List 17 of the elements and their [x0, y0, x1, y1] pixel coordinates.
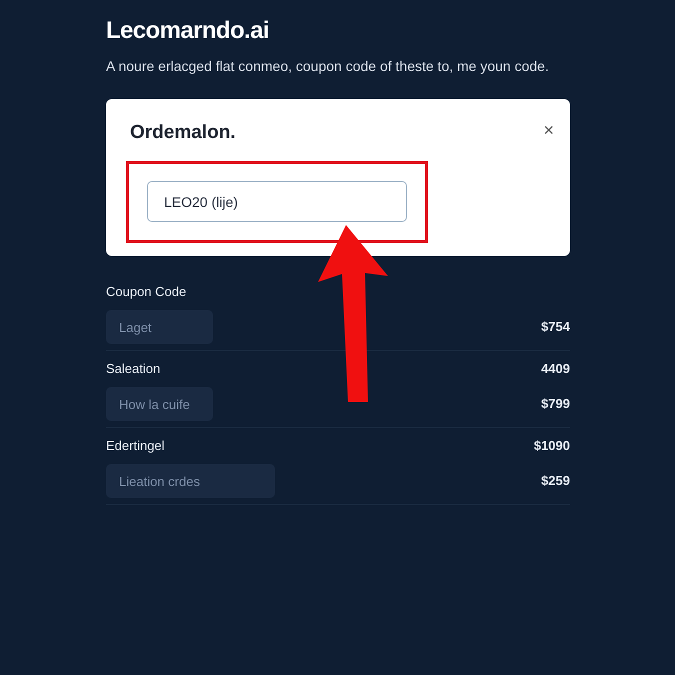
text-field[interactable]: Lieation crdes — [106, 464, 275, 498]
arrow-icon — [316, 224, 390, 404]
section-label: Coupon Code — [106, 283, 186, 302]
text-field[interactable]: Laget — [106, 310, 213, 344]
brand-logo: Lecomarndo.ai — [106, 16, 269, 46]
amount: $1090 — [534, 437, 570, 456]
text-field[interactable]: How la cuife — [106, 387, 213, 421]
section-label: Edertingel — [106, 437, 165, 456]
amount: $259 — [541, 472, 570, 490]
close-button[interactable]: × — [543, 121, 554, 139]
dialog-title: Ordemalon. — [130, 121, 236, 145]
coupon-input[interactable]: LEO20 (lije) — [147, 181, 407, 222]
subtitle: A noure erlacged flat conmeo, coupon code of theste to, me youn code. — [106, 57, 549, 76]
section-label: Saleation — [106, 360, 160, 378]
amount: $754 — [541, 318, 570, 336]
amount: $799 — [541, 395, 570, 414]
amount: 4409 — [541, 360, 570, 378]
